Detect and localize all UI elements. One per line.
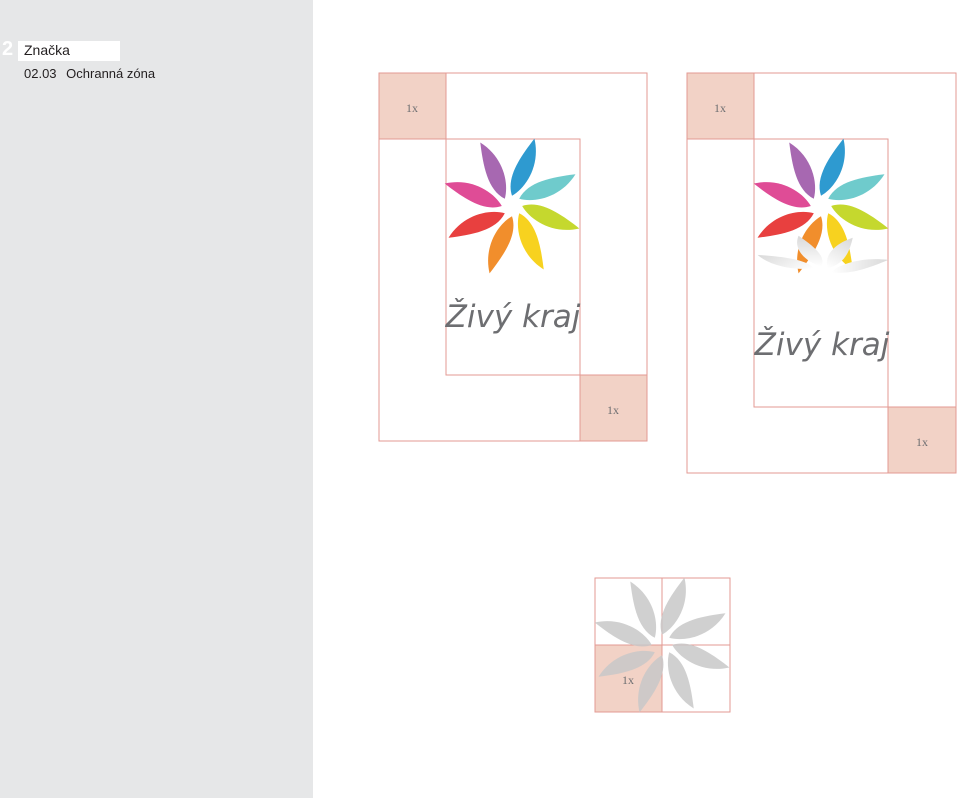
logo-wordmark: Živý kraj (754, 327, 890, 363)
symbol-zone-panel: 1x (594, 577, 731, 713)
zone-label: 1x (622, 673, 634, 687)
protective-zone-panel-1: 1x 1x Živý kraj (378, 72, 648, 442)
logo-wordmark: Živý kraj (445, 299, 581, 335)
protective-zone-panel-2: 1x 1x Živý kraj (686, 72, 957, 474)
artboard: 1x 1x Živý kraj 1x 1x Živý kraj 1x (378, 72, 957, 713)
zone-label: 1x (714, 101, 726, 115)
zone-label: 1x (406, 101, 418, 115)
zone-label: 1x (607, 403, 619, 417)
zone-label: 1x (916, 435, 928, 449)
